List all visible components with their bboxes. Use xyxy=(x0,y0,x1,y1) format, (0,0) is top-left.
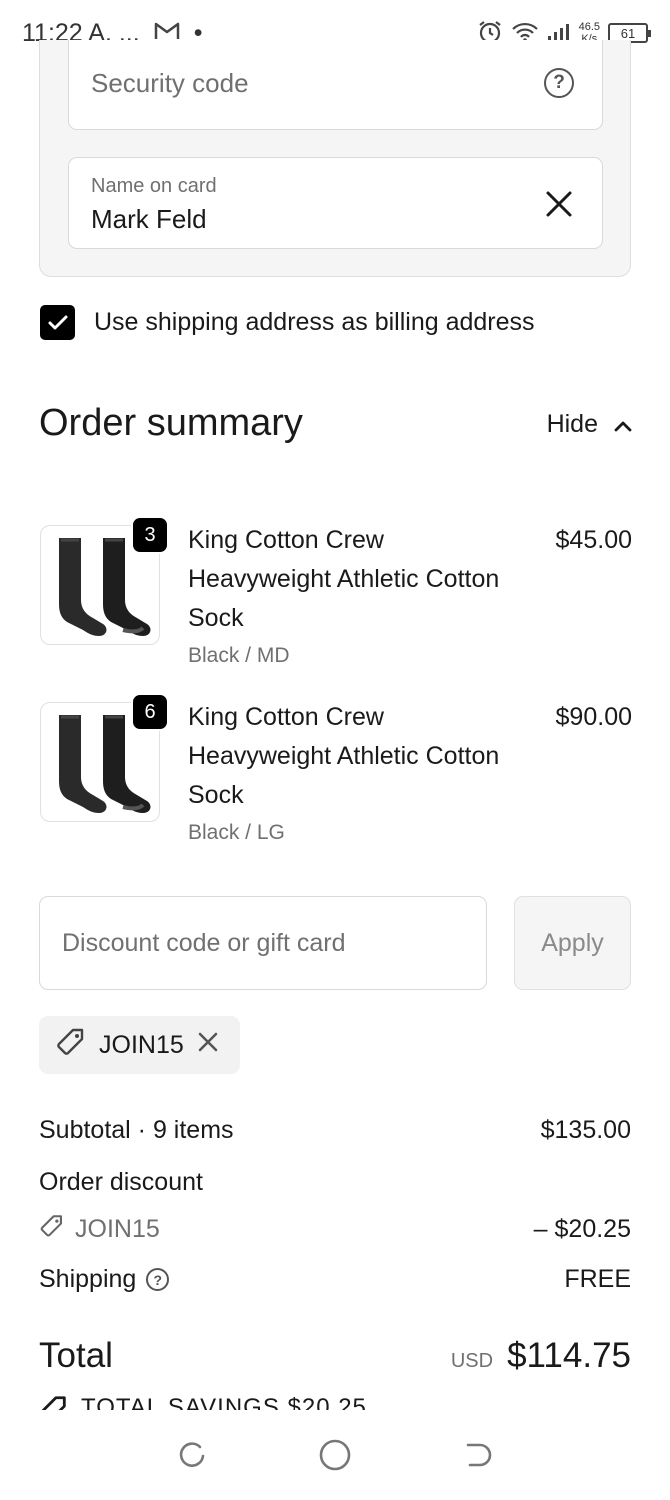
system-nav-bar xyxy=(0,1410,670,1500)
shipping-row: Shipping ? FREE xyxy=(39,1265,631,1294)
item-variant: Black / MD xyxy=(188,644,290,667)
name-on-card-value[interactable]: Mark Feld xyxy=(91,204,207,235)
quantity-badge: 3 xyxy=(131,516,169,554)
applied-discount-chip: JOIN15 xyxy=(39,1016,240,1074)
item-title: King Cotton Crew Heavyweight Athletic Co… xyxy=(188,526,500,632)
tag-icon xyxy=(39,1213,65,1246)
subtotal-value: $135.00 xyxy=(540,1116,631,1144)
total-amount: $114.75 xyxy=(507,1336,631,1375)
savings-tag-icon xyxy=(39,1394,69,1410)
total-label: Total xyxy=(39,1336,113,1375)
shipping-value: FREE xyxy=(564,1265,631,1293)
billing-checkbox-label: Use shipping address as billing address xyxy=(94,308,535,336)
order-discount-row: Order discount xyxy=(39,1168,631,1197)
discount-value: – $20.25 xyxy=(533,1215,631,1243)
home-icon[interactable] xyxy=(315,1435,355,1475)
subtotal-label: Subtotal · 9 items xyxy=(39,1116,234,1144)
security-code-field[interactable]: Security code ? xyxy=(68,40,603,130)
discount-code-row: JOIN15 – $20.25 xyxy=(39,1213,631,1246)
billing-checkbox[interactable] xyxy=(40,305,75,340)
total-amount-group: USD $114.75 xyxy=(451,1336,631,1376)
tag-icon xyxy=(55,1026,87,1065)
clear-icon[interactable] xyxy=(542,187,576,221)
security-code-placeholder: Security code xyxy=(91,68,249,98)
quantity-badge: 6 xyxy=(131,693,169,731)
item-variant: Black / LG xyxy=(188,821,285,844)
checkmark-icon xyxy=(48,315,67,329)
shipping-label-group: Shipping ? xyxy=(39,1265,170,1294)
total-savings-text: TOTAL SAVINGS $20.25 xyxy=(81,1394,367,1410)
back-icon[interactable] xyxy=(458,1435,498,1475)
card-details-panel: Security code ? Name on card Mark Feld xyxy=(39,40,631,277)
recent-apps-icon[interactable] xyxy=(172,1435,212,1475)
total-row: Total USD $114.75 xyxy=(39,1336,631,1376)
help-icon[interactable]: ? xyxy=(146,1268,170,1291)
name-on-card-field[interactable]: Name on card Mark Feld xyxy=(68,157,603,249)
order-discount-label: Order discount xyxy=(39,1168,203,1196)
item-price: $90.00 xyxy=(555,703,632,731)
chevron-up-icon xyxy=(614,410,632,439)
hide-summary-toggle[interactable]: Hide xyxy=(547,410,632,439)
discount-code-input[interactable]: Discount code or gift card xyxy=(39,896,487,990)
hide-label: Hide xyxy=(546,410,598,438)
billing-address-option[interactable]: Use shipping address as billing address xyxy=(40,305,535,340)
discount-placeholder: Discount code or gift card xyxy=(62,929,346,957)
order-summary-title: Order summary xyxy=(39,402,303,444)
remove-code-icon[interactable] xyxy=(196,1030,220,1061)
subtotal-row: Subtotal · 9 items $135.00 xyxy=(39,1116,631,1145)
total-savings-row: TOTAL SAVINGS $20.25 xyxy=(39,1394,367,1410)
net-speed-value: 46.5 xyxy=(578,21,600,33)
battery-level: 61 xyxy=(620,25,636,41)
discount-code-text: JOIN15 xyxy=(75,1215,160,1243)
line-item: 6 King Cotton Crew Heavyweight Athletic … xyxy=(40,693,632,854)
line-item: 3 King Cotton Crew Heavyweight Athletic … xyxy=(40,516,632,677)
discount-code-label: JOIN15 xyxy=(39,1213,160,1246)
item-title: King Cotton Crew Heavyweight Athletic Co… xyxy=(188,703,500,809)
applied-code: JOIN15 xyxy=(99,1030,184,1059)
help-icon[interactable]: ? xyxy=(544,68,574,98)
item-price: $45.00 xyxy=(555,526,632,554)
name-on-card-label: Name on card xyxy=(91,175,217,197)
currency-code: USD xyxy=(450,1350,494,1372)
apply-button[interactable]: Apply xyxy=(514,896,631,990)
shipping-label: Shipping xyxy=(39,1265,137,1293)
